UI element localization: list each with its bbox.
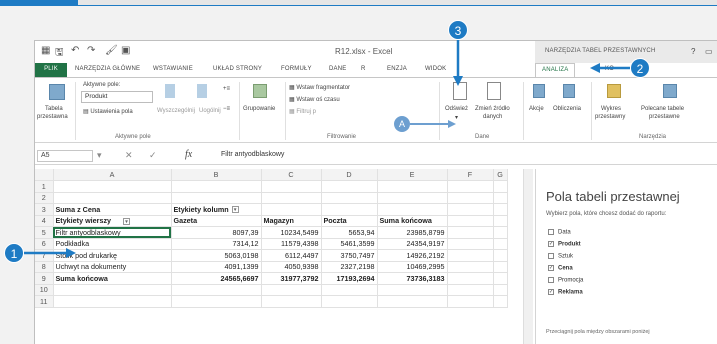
arrow-2-head xyxy=(590,63,600,73)
callout-3: 3 xyxy=(448,20,468,40)
arrow-a-head xyxy=(448,120,456,128)
screenshot-frame: ▦ 🖫 ↶ ↷ 🖌 ▣ R12.xlsx - Excel NARZĘDZIA T… xyxy=(0,0,717,344)
callout-2: 2 xyxy=(630,58,650,78)
arrow-1-head xyxy=(66,248,76,258)
callout-1: 1 xyxy=(4,243,24,263)
annotation-arrows xyxy=(24,40,630,258)
arrow-3-head xyxy=(453,76,463,86)
callout-a: A xyxy=(394,116,410,132)
